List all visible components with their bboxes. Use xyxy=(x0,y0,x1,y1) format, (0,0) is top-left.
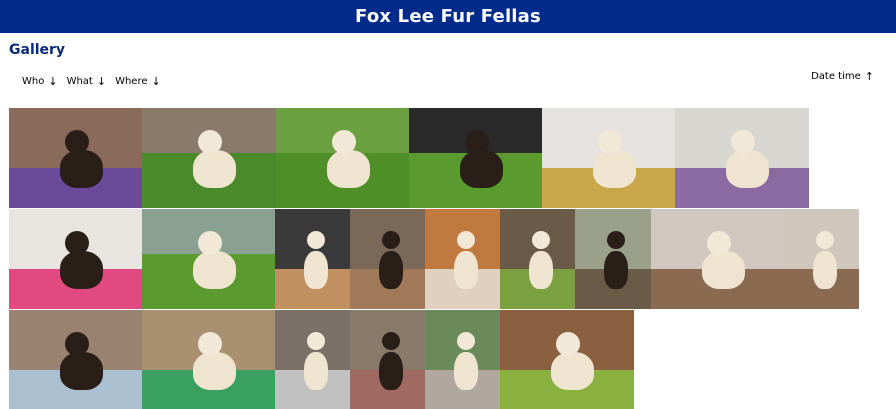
gallery-photo[interactable] xyxy=(275,209,350,309)
gallery-photo[interactable] xyxy=(784,209,859,309)
dog-figure xyxy=(529,251,553,289)
arrow-down-icon: ↓ xyxy=(151,75,161,88)
dog-figure xyxy=(813,251,837,289)
gallery-photo[interactable] xyxy=(9,209,142,309)
arrow-down-icon: ↓ xyxy=(48,75,58,88)
dog-head xyxy=(65,231,89,255)
dog-head xyxy=(731,130,755,154)
filter-what-label: What xyxy=(66,76,93,87)
gallery-photo[interactable] xyxy=(142,108,276,208)
gallery-photo[interactable] xyxy=(9,310,142,409)
filter-where-button[interactable]: Where ↓ xyxy=(115,75,161,88)
dog-head xyxy=(65,332,89,356)
site-title[interactable]: Fox Lee Fur Fellas xyxy=(355,6,541,27)
dog-head xyxy=(382,332,400,350)
dog-head xyxy=(198,332,222,356)
filter-who-button[interactable]: Who ↓ xyxy=(22,75,58,88)
dog-head xyxy=(307,231,325,249)
gallery-photo[interactable] xyxy=(500,310,634,409)
dog-figure xyxy=(379,251,403,289)
dog-head xyxy=(65,130,89,154)
dog-head xyxy=(457,332,475,350)
dog-head xyxy=(816,231,834,249)
dog-figure xyxy=(60,352,103,390)
dog-figure xyxy=(593,150,636,188)
dog-figure xyxy=(379,352,403,390)
gallery-photo[interactable] xyxy=(542,108,675,208)
dog-head xyxy=(532,231,550,249)
gallery-photo[interactable] xyxy=(276,108,409,208)
dog-head xyxy=(198,231,222,255)
gallery-photo[interactable] xyxy=(425,209,500,309)
dog-figure xyxy=(460,150,503,188)
dog-head xyxy=(607,231,625,249)
dog-figure xyxy=(551,352,594,390)
arrow-down-icon: ↓ xyxy=(96,75,107,88)
filter-where-label: Where xyxy=(115,76,148,87)
gallery-photo[interactable] xyxy=(142,310,275,409)
gallery-photo[interactable] xyxy=(425,310,500,409)
dog-head xyxy=(198,130,222,154)
gallery-photo[interactable] xyxy=(275,310,350,409)
site-header: Fox Lee Fur Fellas xyxy=(0,0,896,33)
dog-figure xyxy=(193,251,236,289)
sort-label: Date time xyxy=(811,71,861,82)
dog-head xyxy=(332,130,356,154)
dog-figure xyxy=(327,150,370,188)
dog-figure xyxy=(60,251,103,289)
dog-head xyxy=(307,332,325,350)
arrow-up-icon: ↑ xyxy=(864,70,874,83)
dog-head xyxy=(598,130,622,154)
dog-figure xyxy=(454,352,478,390)
dog-figure xyxy=(60,150,103,188)
dog-figure xyxy=(193,352,236,390)
dog-figure xyxy=(304,251,328,289)
filter-who-label: Who xyxy=(22,76,45,87)
dog-figure xyxy=(702,251,745,289)
dog-figure xyxy=(304,352,328,390)
filter-what-button[interactable]: What ↓ xyxy=(67,75,107,88)
dog-figure xyxy=(454,251,478,289)
gallery-photo[interactable] xyxy=(575,209,651,309)
gallery-photo[interactable] xyxy=(9,108,142,208)
dog-head xyxy=(707,231,731,255)
dog-head xyxy=(457,231,475,249)
gallery-photo[interactable] xyxy=(350,310,425,409)
dog-head xyxy=(382,231,400,249)
gallery-photo[interactable] xyxy=(651,209,784,309)
gallery-heading: Gallery xyxy=(9,42,66,58)
sort-date-time-button[interactable]: Date time ↑ xyxy=(811,70,874,83)
gallery-photo[interactable] xyxy=(500,209,575,309)
gallery-photo[interactable] xyxy=(350,209,425,309)
gallery-photo[interactable] xyxy=(409,108,542,208)
dog-figure xyxy=(604,251,628,289)
gallery-photo[interactable] xyxy=(142,209,275,309)
dog-head xyxy=(556,332,580,356)
dog-figure xyxy=(726,150,769,188)
filter-bar: Who ↓ What ↓ Where ↓ xyxy=(22,75,170,88)
dog-head xyxy=(465,130,489,154)
dog-figure xyxy=(193,150,236,188)
gallery-photo[interactable] xyxy=(675,108,809,208)
